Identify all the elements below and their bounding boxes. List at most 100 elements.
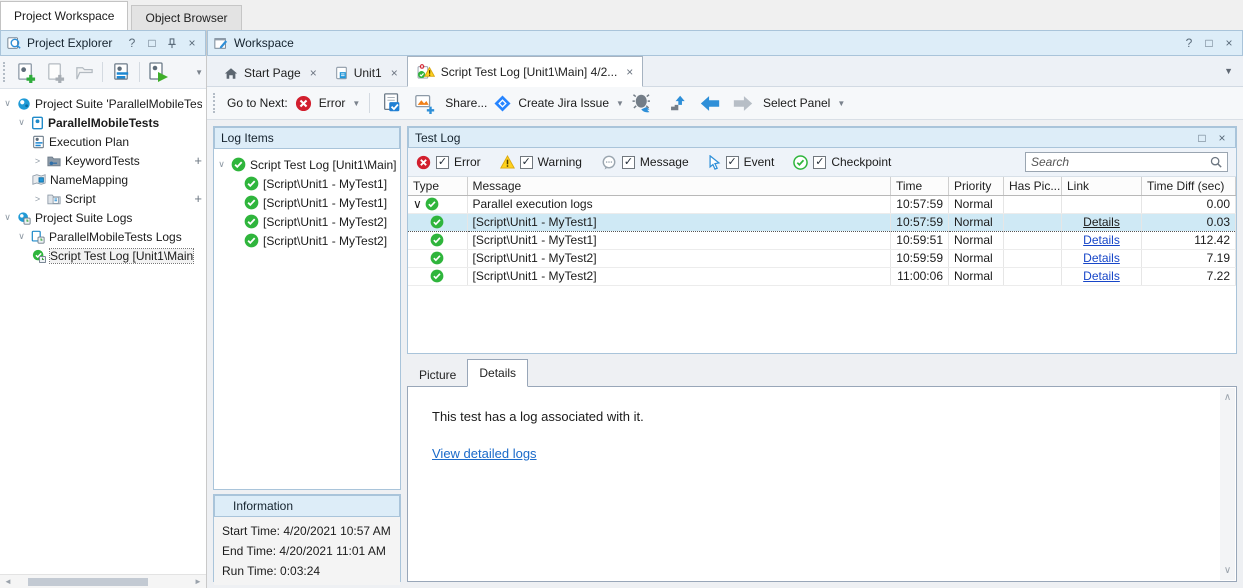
up-one-level-icon[interactable] — [664, 90, 690, 116]
tree-item-project-suite-logs[interactable]: ∨ Project Suite Logs — [0, 208, 206, 227]
filter-checkpoint[interactable]: ✓ Checkpoint — [813, 155, 891, 169]
tree-item-script[interactable]: > Script + — [0, 189, 206, 208]
column-header-timediff[interactable]: Time Diff (sec) — [1142, 177, 1236, 195]
tab-object-browser[interactable]: Object Browser — [131, 5, 241, 30]
tab-unit1[interactable]: Unit1 × — [326, 60, 407, 86]
expander-icon[interactable]: > — [32, 156, 43, 166]
tab-script-test-log[interactable]: Script Test Log [Unit1\Main] 4/2... × — [407, 56, 644, 87]
tree-item-namemapping[interactable]: NameMapping — [0, 170, 206, 189]
close-button[interactable]: × — [1222, 36, 1236, 50]
view-detailed-logs-link[interactable]: View detailed logs — [432, 446, 537, 461]
column-header-link[interactable]: Link — [1062, 177, 1142, 195]
log-items-child[interactable]: [Script\Unit1 - MyTest1] — [214, 193, 400, 212]
help-button[interactable]: ? — [1182, 36, 1196, 50]
scroll-down-arrow[interactable]: ∨ — [1224, 565, 1231, 576]
report-bug-icon[interactable] — [631, 90, 657, 116]
scroll-right-arrow[interactable]: ► — [192, 577, 204, 586]
column-header-time[interactable]: Time — [891, 177, 949, 195]
tab-details[interactable]: Details — [467, 359, 528, 387]
run-project-button[interactable] — [145, 59, 171, 85]
create-jira-issue-button[interactable]: Create Jira Issue — [518, 96, 609, 110]
tree-item-project-logs[interactable]: ∨ ParallelMobileTests Logs — [0, 227, 206, 246]
close-tab-icon[interactable]: × — [626, 65, 633, 79]
column-header-message[interactable]: Message — [467, 177, 891, 195]
scroll-up-arrow[interactable]: ∧ — [1224, 392, 1231, 403]
table-row[interactable]: [Script\Unit1 - MyTest2] 10:59:59 Normal… — [408, 249, 1236, 267]
add-new-item-button[interactable] — [13, 59, 39, 85]
scrollbar-thumb[interactable] — [28, 578, 148, 586]
search-input[interactable] — [1031, 155, 1206, 169]
back-arrow-icon[interactable] — [697, 90, 723, 116]
add-script-button[interactable]: + — [194, 191, 202, 206]
share-image-icon[interactable] — [412, 90, 438, 116]
forward-arrow-icon[interactable] — [730, 90, 756, 116]
close-tab-icon[interactable]: × — [310, 66, 317, 80]
maximize-button[interactable]: □ — [1202, 36, 1216, 50]
table-row[interactable]: ∨ Parallel execution logs 10:57:59 Norma… — [408, 195, 1236, 213]
select-panel-dropdown-icon[interactable]: ▼ — [837, 99, 845, 108]
tree-item-project[interactable]: ∨ ParallelMobileTests — [0, 113, 206, 132]
vertical-scrollbar[interactable]: ∧ ∨ — [1220, 388, 1235, 580]
expander-icon[interactable]: ∨ — [413, 197, 422, 211]
select-panel-button[interactable]: Select Panel — [763, 96, 830, 110]
column-header-priority[interactable]: Priority — [949, 177, 1004, 195]
jira-dropdown-icon[interactable]: ▼ — [616, 99, 624, 108]
error-checkbox[interactable]: ✓ — [436, 156, 449, 169]
log-items-child[interactable]: [Script\Unit1 - MyTest2] — [214, 231, 400, 250]
toolbar-grip[interactable] — [3, 62, 8, 82]
execution-plan-button[interactable] — [108, 59, 134, 85]
share-button[interactable]: Share... — [445, 96, 487, 110]
help-button[interactable]: ? — [125, 36, 139, 50]
toolbar-grip[interactable] — [213, 93, 218, 113]
warning-checkbox[interactable]: ✓ — [520, 156, 533, 169]
expander-icon[interactable]: ∨ — [16, 117, 27, 128]
go-to-next-error-button[interactable]: Error — [319, 96, 346, 110]
message-checkbox[interactable]: ✓ — [622, 156, 635, 169]
details-link[interactable]: Details — [1083, 251, 1120, 265]
open-file-button[interactable] — [71, 59, 97, 85]
log-items-child[interactable]: [Script\Unit1 - MyTest1] — [214, 174, 400, 193]
expander-icon[interactable]: ∨ — [16, 231, 27, 242]
table-row[interactable]: [Script\Unit1 - MyTest2] 11:00:06 Normal… — [408, 267, 1236, 285]
close-tab-icon[interactable]: × — [391, 66, 398, 80]
pin-button[interactable] — [165, 38, 179, 49]
add-file-button[interactable] — [42, 59, 68, 85]
table-row-selected[interactable]: [Script\Unit1 - MyTest1] 10:57:59 Normal… — [408, 213, 1236, 231]
log-items-child[interactable]: [Script\Unit1 - MyTest2] — [214, 212, 400, 231]
add-keywordtest-button[interactable]: + — [194, 153, 202, 168]
expander-icon[interactable]: ∨ — [2, 98, 13, 109]
tab-picture[interactable]: Picture — [408, 364, 467, 386]
maximize-button[interactable]: □ — [1195, 131, 1209, 145]
expander-icon[interactable]: ∨ — [2, 212, 13, 223]
column-header-haspicture[interactable]: Has Pic... — [1004, 177, 1062, 195]
tree-item-execution-plan[interactable]: Execution Plan — [0, 132, 206, 151]
details-link[interactable]: Details — [1083, 233, 1120, 247]
table-row[interactable]: [Script\Unit1 - MyTest1] 10:59:51 Normal… — [408, 231, 1236, 249]
search-box[interactable] — [1025, 152, 1228, 172]
checkpoint-checkbox[interactable]: ✓ — [813, 156, 826, 169]
tab-start-page[interactable]: Start Page × — [215, 60, 326, 86]
filter-error[interactable]: ✓ Error — [436, 155, 481, 169]
filter-message[interactable]: ✓ Message — [622, 155, 689, 169]
error-dropdown-icon[interactable]: ▼ — [352, 99, 360, 108]
details-link[interactable]: Details — [1083, 215, 1120, 229]
tree-item-project-suite[interactable]: ∨ Project Suite 'ParallelMobileTests' ( — [0, 94, 206, 113]
details-link[interactable]: Details — [1083, 269, 1120, 283]
expander-icon[interactable]: ∨ — [216, 159, 227, 170]
column-header-type[interactable]: Type — [408, 177, 467, 195]
filter-warning[interactable]: ✓ Warning — [520, 155, 582, 169]
scroll-left-arrow[interactable]: ◄ — [2, 577, 14, 586]
tree-item-script-test-log[interactable]: Script Test Log [Unit1\Main — [0, 246, 206, 265]
tab-list-dropdown[interactable]: ▼ — [1224, 66, 1233, 76]
report-button[interactable] — [379, 90, 405, 116]
close-button[interactable]: × — [185, 36, 199, 50]
toolbar-overflow-dropdown[interactable]: ▼ — [195, 68, 203, 77]
filter-event[interactable]: ✓ Event — [726, 155, 775, 169]
log-items-root[interactable]: ∨ Script Test Log [Unit1\Main] — [214, 155, 400, 174]
horizontal-scrollbar[interactable]: ◄ ► — [0, 574, 206, 588]
tab-project-workspace[interactable]: Project Workspace — [0, 1, 128, 30]
expander-icon[interactable]: > — [32, 194, 43, 204]
tree-item-keywordtests[interactable]: > KeywordTests + — [0, 151, 206, 170]
event-checkbox[interactable]: ✓ — [726, 156, 739, 169]
close-button[interactable]: × — [1215, 131, 1229, 145]
